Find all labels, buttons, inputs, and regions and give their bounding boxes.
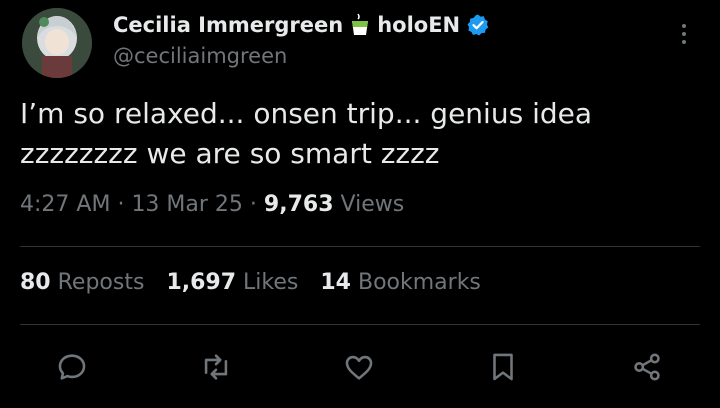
affiliation: holoEN — [377, 13, 461, 37]
tweet-stats: 80 Reposts 1,697 Likes 14 Bookmarks — [20, 270, 481, 295]
divider — [20, 246, 700, 247]
more-options-icon[interactable] — [674, 18, 694, 50]
share-icon[interactable] — [625, 345, 669, 389]
reposts-stat[interactable]: 80 Reposts — [20, 270, 144, 295]
like-icon[interactable] — [337, 345, 381, 389]
meta-separator: · — [249, 192, 257, 217]
meta-separator: · — [117, 192, 125, 217]
likes-count: 1,697 — [166, 270, 237, 295]
repost-icon[interactable] — [194, 345, 238, 389]
avatar-image — [22, 8, 92, 78]
likes-label: Likes — [243, 270, 299, 295]
reply-icon[interactable] — [50, 345, 94, 389]
author-handle[interactable]: @ceciliaimgreen — [113, 44, 287, 68]
tweet-meta: 4:27 AM · 13 Mar 25 · 9,763 Views — [20, 192, 404, 217]
bookmarks-count: 14 — [320, 270, 351, 295]
tweet-date[interactable]: 13 Mar 25 — [131, 192, 242, 217]
display-name[interactable]: Cecilia Immergreen — [113, 13, 343, 37]
bookmarks-label: Bookmarks — [357, 270, 481, 295]
author-name-row[interactable]: Cecilia Immergreen holoEN — [113, 10, 490, 40]
bookmark-icon[interactable] — [481, 345, 525, 389]
tea-cup-icon — [349, 13, 371, 37]
divider — [20, 324, 700, 325]
verified-badge-icon[interactable] — [466, 13, 490, 37]
avatar[interactable] — [22, 8, 92, 78]
tweet-text: I’m so relaxed... onsen trip... genius i… — [20, 97, 593, 170]
bookmarks-stat[interactable]: 14 Bookmarks — [320, 270, 481, 295]
tweet-time[interactable]: 4:27 AM — [20, 192, 110, 217]
views-count[interactable]: 9,763 — [264, 192, 334, 217]
reposts-count: 80 — [20, 270, 51, 295]
likes-stat[interactable]: 1,697 Likes — [166, 270, 298, 295]
views-label: Views — [340, 192, 405, 217]
action-bar — [0, 345, 720, 389]
reposts-label: Reposts — [57, 270, 145, 295]
